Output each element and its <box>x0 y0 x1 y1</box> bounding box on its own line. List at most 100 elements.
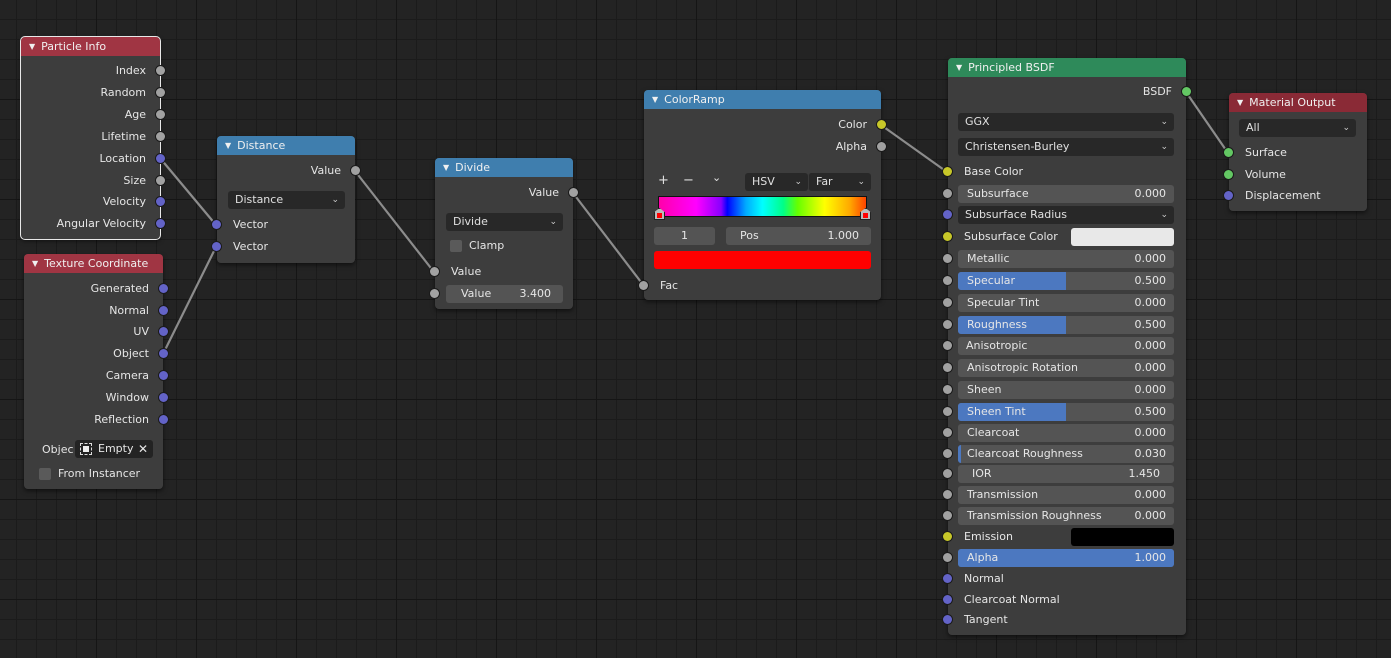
socket-icon[interactable] <box>943 490 952 499</box>
socket-icon[interactable] <box>1182 87 1191 96</box>
transmission-roughness-field[interactable]: Transmission Roughness 0.000 <box>958 507 1174 525</box>
socket-icon[interactable] <box>212 220 221 229</box>
socket-icon[interactable] <box>943 449 952 458</box>
collapse-triangle-icon[interactable]: ▼ <box>956 63 962 72</box>
socket-icon[interactable] <box>1224 170 1233 179</box>
socket-icon[interactable] <box>943 428 952 437</box>
socket-icon[interactable] <box>943 298 952 307</box>
node-header[interactable]: ▼ Distance <box>217 136 355 155</box>
socket-icon[interactable] <box>639 281 648 290</box>
collapse-triangle-icon[interactable]: ▼ <box>652 95 658 104</box>
material-output-node[interactable]: ▼ Material Output All ⌄ Surface Volume Dis… <box>1224 93 1367 211</box>
metallic-field[interactable]: Metallic 0.000 <box>958 250 1174 268</box>
socket-icon[interactable] <box>430 267 439 276</box>
anisotropic-field[interactable]: Anisotropic 0.000 <box>958 337 1174 355</box>
distribution-dropdown[interactable]: GGX ⌄ <box>958 113 1174 131</box>
clamp-checkbox[interactable] <box>450 240 462 252</box>
socket-icon[interactable] <box>943 511 952 520</box>
socket-icon[interactable] <box>156 219 165 228</box>
object-picker[interactable]: Empty ✕ <box>75 440 153 458</box>
alpha-field[interactable]: Alpha 1.000 <box>958 549 1174 567</box>
socket-icon[interactable] <box>943 615 952 624</box>
emission-color-swatch[interactable] <box>1071 528 1174 546</box>
roughness-field[interactable]: Roughness 0.500 <box>958 316 1174 334</box>
socket-icon[interactable] <box>430 289 439 298</box>
stop-position-field[interactable]: Pos 1.000 <box>726 227 871 245</box>
divide-node[interactable]: ▼ Divide Value Divide ⌄ Clamp Value Value 3… <box>430 158 578 309</box>
remove-stop-button[interactable]: − <box>683 173 694 188</box>
socket-icon[interactable] <box>156 197 165 206</box>
stop-color-swatch[interactable] <box>654 251 871 269</box>
socket-icon[interactable] <box>943 232 952 241</box>
socket-icon[interactable] <box>159 306 168 315</box>
operation-dropdown[interactable]: Divide ⌄ <box>446 213 563 231</box>
value-field[interactable]: Value 3.400 <box>446 285 563 303</box>
socket-icon[interactable] <box>159 415 168 424</box>
socket-icon[interactable] <box>943 167 952 176</box>
node-header[interactable]: ▼ Divide <box>435 158 573 177</box>
interpolation-dropdown[interactable]: Far ⌄ <box>808 173 871 191</box>
collapse-triangle-icon[interactable]: ▼ <box>32 259 38 268</box>
socket-icon[interactable] <box>943 254 952 263</box>
collapse-triangle-icon[interactable]: ▼ <box>443 163 449 172</box>
socket-icon[interactable] <box>159 393 168 402</box>
socket-icon[interactable] <box>159 327 168 336</box>
node-header[interactable]: ▼ Texture Coordinate <box>24 254 163 273</box>
anisotropic-rotation-field[interactable]: Anisotropic Rotation 0.000 <box>958 359 1174 377</box>
socket-icon[interactable] <box>943 276 952 285</box>
texture-coordinate-node[interactable]: ▼ Texture Coordinate Generated Normal UV … <box>24 254 168 489</box>
node-header[interactable]: ▼ ColorRamp <box>644 90 881 109</box>
subsurface-color-swatch[interactable] <box>1071 228 1174 246</box>
collapse-triangle-icon[interactable]: ▼ <box>225 141 231 150</box>
add-stop-button[interactable]: + <box>658 173 669 188</box>
socket-icon[interactable] <box>569 188 578 197</box>
socket-icon[interactable] <box>943 385 952 394</box>
node-header[interactable]: ▼ Particle Info <box>21 37 160 56</box>
clear-icon[interactable]: ✕ <box>138 440 148 458</box>
socket-icon[interactable] <box>1224 148 1233 157</box>
specular-tint-field[interactable]: Specular Tint 0.000 <box>958 294 1174 312</box>
node-header[interactable]: ▼ Material Output <box>1229 93 1367 112</box>
collapse-triangle-icon[interactable]: ▼ <box>1237 98 1243 107</box>
socket-icon[interactable] <box>943 320 952 329</box>
socket-icon[interactable] <box>943 553 952 562</box>
active-stop-index-field[interactable]: 1 <box>654 227 715 245</box>
subsurface-radius-dropdown[interactable]: Subsurface Radius ⌄ <box>958 206 1174 224</box>
socket-icon[interactable] <box>159 349 168 358</box>
socket-icon[interactable] <box>943 469 952 478</box>
specular-field[interactable]: Specular 0.500 <box>958 272 1174 290</box>
socket-icon[interactable] <box>943 341 952 350</box>
socket-icon[interactable] <box>943 363 952 372</box>
sheen-tint-field[interactable]: Sheen Tint 0.500 <box>958 403 1174 421</box>
target-dropdown[interactable]: All ⌄ <box>1239 119 1356 137</box>
subsurface-field[interactable]: Subsurface 0.000 <box>958 185 1174 203</box>
socket-icon[interactable] <box>943 595 952 604</box>
socket-icon[interactable] <box>943 407 952 416</box>
clearcoat-field[interactable]: Clearcoat 0.000 <box>958 424 1174 442</box>
socket-icon[interactable] <box>159 371 168 380</box>
socket-icon[interactable] <box>156 88 165 97</box>
sheen-field[interactable]: Sheen 0.000 <box>958 381 1174 399</box>
from-instancer-checkbox[interactable] <box>39 468 51 480</box>
socket-icon[interactable] <box>212 242 221 251</box>
socket-icon[interactable] <box>943 574 952 583</box>
distance-node[interactable]: ▼ Distance Value Distance ⌄ Vector Vector <box>212 136 360 263</box>
color-mode-dropdown[interactable]: HSV ⌄ <box>745 173 808 191</box>
socket-icon[interactable] <box>156 66 165 75</box>
socket-icon[interactable] <box>943 189 952 198</box>
socket-icon[interactable] <box>877 142 886 151</box>
particle-info-node[interactable]: ▼ Particle Info Index Random Age Lifetime… <box>20 36 165 240</box>
socket-icon[interactable] <box>877 120 886 129</box>
socket-icon[interactable] <box>943 532 952 541</box>
color-ramp-gradient[interactable] <box>658 196 867 217</box>
operation-dropdown[interactable]: Distance ⌄ <box>228 191 345 209</box>
ior-field[interactable]: IOR 1.450 <box>958 465 1174 483</box>
socket-icon[interactable] <box>156 110 165 119</box>
ramp-menu-button[interactable]: ⌄ <box>712 171 721 184</box>
socket-icon[interactable] <box>156 154 165 163</box>
principled-bsdf-node[interactable]: ▼ Principled BSDF BSDF GGX ⌄ Christensen-B… <box>943 58 1191 635</box>
socket-icon[interactable] <box>159 284 168 293</box>
socket-icon[interactable] <box>1224 191 1233 200</box>
transmission-field[interactable]: Transmission 0.000 <box>958 486 1174 504</box>
colorramp-node[interactable]: ▼ ColorRamp Color Alpha + − ⌄ HSV ⌄ Far ⌄ 1… <box>639 90 886 300</box>
